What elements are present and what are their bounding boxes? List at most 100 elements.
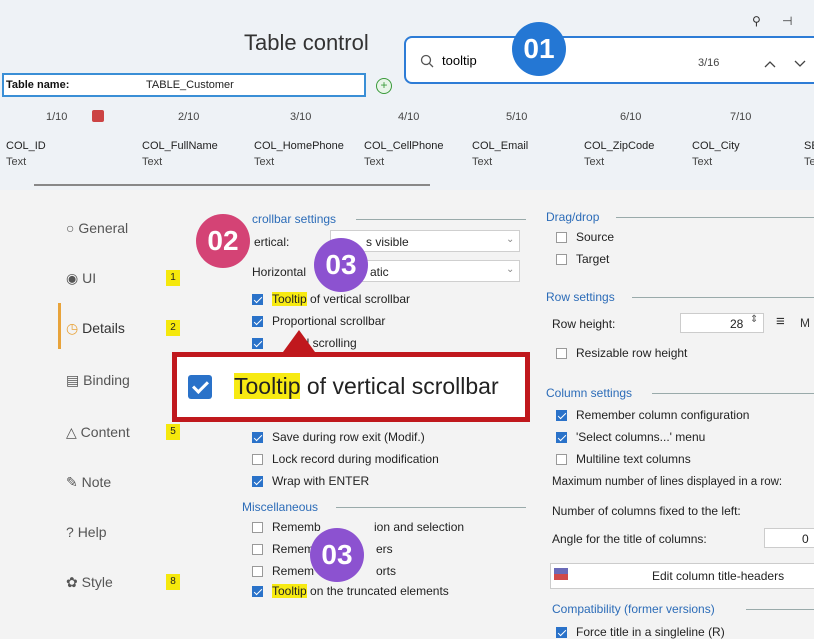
column-header[interactable]: COL_FullName [142,140,218,152]
sidebar-badge: 1 [166,270,180,286]
sidebar-item-style[interactable]: ✿ Style [66,574,113,591]
note-icon: ✎ [66,474,78,490]
sidebar-badge: 5 [166,424,180,440]
column-header[interactable]: COL_CellPhone [364,140,444,152]
wrap-enter-label: Wrap with ENTER [272,474,370,488]
column-type: Text [254,156,275,168]
tooltip-truncated-label: Tooltip on the truncated elements [272,584,449,598]
dragdrop-title: Drag/drop [546,210,600,224]
remember-filters-checkbox[interactable] [252,544,263,555]
selected-indicator [58,303,61,349]
section-divider [746,609,814,610]
target-label: Target [576,252,610,266]
column-type: Text [692,156,713,168]
select-columns-checkbox[interactable] [556,432,567,443]
sidebar-item-details[interactable]: ◷ Details [66,320,125,337]
lock-record-checkbox[interactable] [252,454,263,465]
multiline-label: Multiline text columns [576,452,691,466]
sidebar-item-label: Help [77,524,107,540]
page-title: Table control [244,30,369,55]
column-type: Text [472,156,493,168]
save-row-exit-label: Save during row exit (Modif.) [272,430,425,444]
sidebar-item-help[interactable]: ? Help [66,524,106,540]
section-divider [632,297,814,298]
remember-selection-checkbox[interactable] [252,522,263,533]
callout-02: 02 [196,214,250,268]
resizable-row-checkbox[interactable] [556,348,567,359]
row-settings-title: Row settings [546,290,615,304]
search-next-icon[interactable] [794,56,806,72]
delete-column-icon[interactable] [92,110,104,122]
search-previous-icon[interactable] [764,56,776,72]
column-number: 2/10 [178,111,200,123]
remember-selection-label-a: Rememb [272,520,321,534]
column-settings-title: Column settings [546,386,633,400]
column-header[interactable]: COL_ZipCode [584,140,654,152]
source-checkbox[interactable] [556,232,567,243]
lock-record-label: Lock record during modification [272,452,439,466]
table-name-value[interactable]: TABLE_Customer [146,79,234,91]
menu-icon[interactable]: ≡ [776,313,785,330]
resizable-row-label: Resizable row height [576,346,688,360]
callout-03: 03 [314,238,368,292]
proportional-checkbox[interactable] [252,316,263,327]
remember-config-label: Remember column configuration [576,408,750,422]
sidebar-item-ui[interactable]: ◉ UI [66,270,96,287]
multiline-checkbox[interactable] [556,454,567,465]
sidebar-item-general[interactable]: ○ General [66,220,128,236]
binding-icon: ▤ [66,372,80,388]
search-small-icon[interactable]: ⚲ [752,14,761,28]
tooltip-vertical-checkbox[interactable] [252,294,263,305]
content-icon: △ [66,424,77,440]
sidebar-item-label: Content [80,424,130,440]
pin-icon[interactable]: ⊣ [782,14,792,28]
angle-label: Angle for the title of columns: [552,532,707,546]
table-scrollbar[interactable] [34,184,430,186]
help-icon: ? [66,524,74,540]
column-header[interactable]: COL_City [692,140,740,152]
proportional-label: Proportional scrollbar [272,314,386,328]
sidebar-item-label: UI [82,270,97,286]
sidebar-item-binding[interactable]: ▤ Binding [66,372,130,389]
column-number: 7/10 [730,111,752,123]
table-header-icon [554,568,568,580]
search-input[interactable] [442,53,512,68]
column-type: Text [142,156,163,168]
column-header[interactable]: SE [804,140,814,152]
truncated-label: M [800,316,810,330]
tooltip-vertical-label: Tooltip of vertical scrollbar [272,292,411,306]
vertical-label: ertical: [254,235,290,249]
column-number: 1/10 [46,111,68,123]
horizontal-value: atic [370,265,389,279]
scrollbar-settings-title: crollbar settings [252,212,337,226]
target-checkbox[interactable] [556,254,567,265]
sidebar-item-content[interactable]: △ Content [66,424,130,441]
remember-config-checkbox[interactable] [556,410,567,421]
column-type: Text [584,156,605,168]
column-header[interactable]: COL_HomePhone [254,140,344,152]
column-number: 5/10 [506,111,528,123]
wheel-checkbox[interactable] [252,338,263,349]
column-type: Text [364,156,385,168]
remember-sorts-checkbox[interactable] [252,566,263,577]
sidebar-item-label: Style [81,574,113,590]
style-icon: ✿ [66,574,78,590]
max-lines-label: Maximum number of lines displayed in a r… [552,476,783,488]
force-title-checkbox[interactable] [556,627,567,638]
sidebar-item-note[interactable]: ✎ Note [66,474,111,491]
save-row-exit-checkbox[interactable] [252,432,263,443]
column-header[interactable]: COL_Email [472,140,528,152]
callout-arrow [283,330,315,352]
chevron-down-icon: ⌄ [506,264,515,275]
sidebar-badge: 2 [166,320,180,336]
wrap-enter-checkbox[interactable] [252,476,263,487]
remember-filters-label-a: Remem [272,542,315,556]
tooltip-truncated-checkbox[interactable] [252,586,263,597]
sidebar-item-label: Binding [83,372,130,388]
radio-icon: ○ [66,220,75,236]
add-column-icon[interactable]: + [376,78,392,94]
callout-03: 03 [310,528,364,582]
stepper-icon[interactable]: ⇕ [750,314,758,325]
column-header[interactable]: COL_ID [6,140,46,152]
section-divider [616,217,814,218]
